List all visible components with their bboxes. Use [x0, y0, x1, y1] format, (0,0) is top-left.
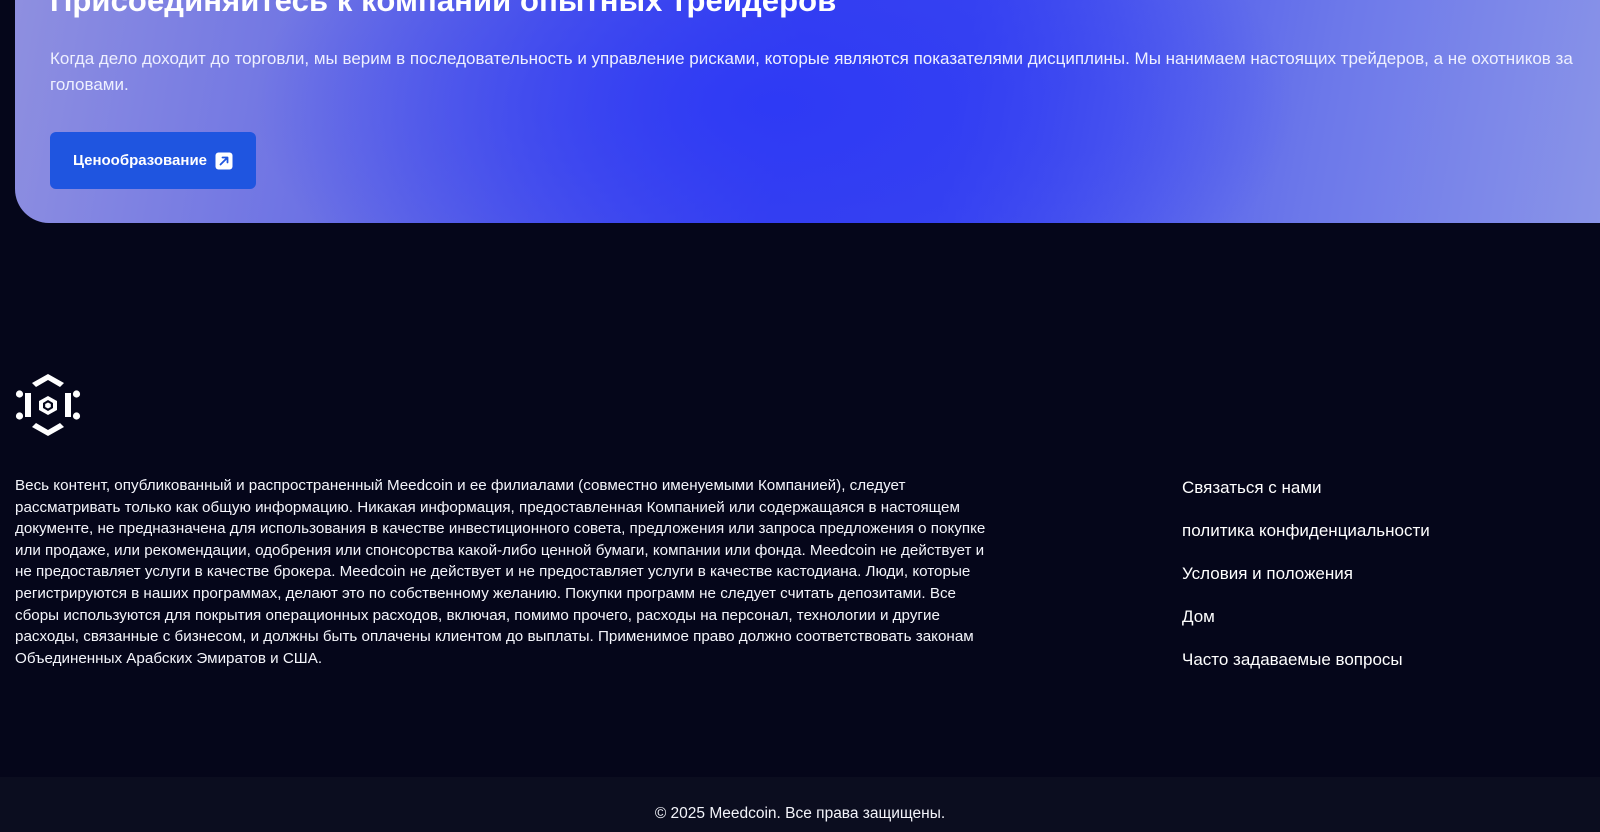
pricing-button-label: Ценообразование — [72, 152, 208, 169]
footer-link-contact[interactable]: Связаться с нами — [1182, 475, 1430, 518]
cta-title: Присоединяйтесь к компании опытных трейд… — [50, 0, 837, 18]
footer-link-faq[interactable]: Часто задаваемые вопросы — [1182, 647, 1430, 690]
arrow-up-right-icon — [215, 152, 233, 170]
footer-nav: Связаться с нами политика конфиденциальн… — [1182, 475, 1430, 690]
footer-link-privacy[interactable]: политика конфиденциальности — [1182, 518, 1430, 561]
footer-link-home[interactable]: Дом — [1182, 604, 1430, 647]
legal-disclaimer: Весь контент, опубликованный и распростр… — [15, 477, 986, 667]
cta-description: Когда дело доходит до торговли, мы верим… — [50, 49, 1573, 94]
pricing-button[interactable]: Ценообразование — [50, 132, 256, 189]
page: Присоединяйтесь к компании опытных трейд… — [0, 0, 1600, 832]
cta-banner: Присоединяйтесь к компании опытных трейд… — [15, 0, 1600, 223]
hexagon-logo-icon[interactable] — [15, 374, 81, 436]
copyright-text: © 2025 Meedcoin. Все права защищены. — [654, 805, 946, 822]
footer-bottom-bar: © 2025 Meedcoin. Все права защищены. — [0, 777, 1600, 832]
footer-link-terms[interactable]: Условия и положения — [1182, 561, 1430, 604]
